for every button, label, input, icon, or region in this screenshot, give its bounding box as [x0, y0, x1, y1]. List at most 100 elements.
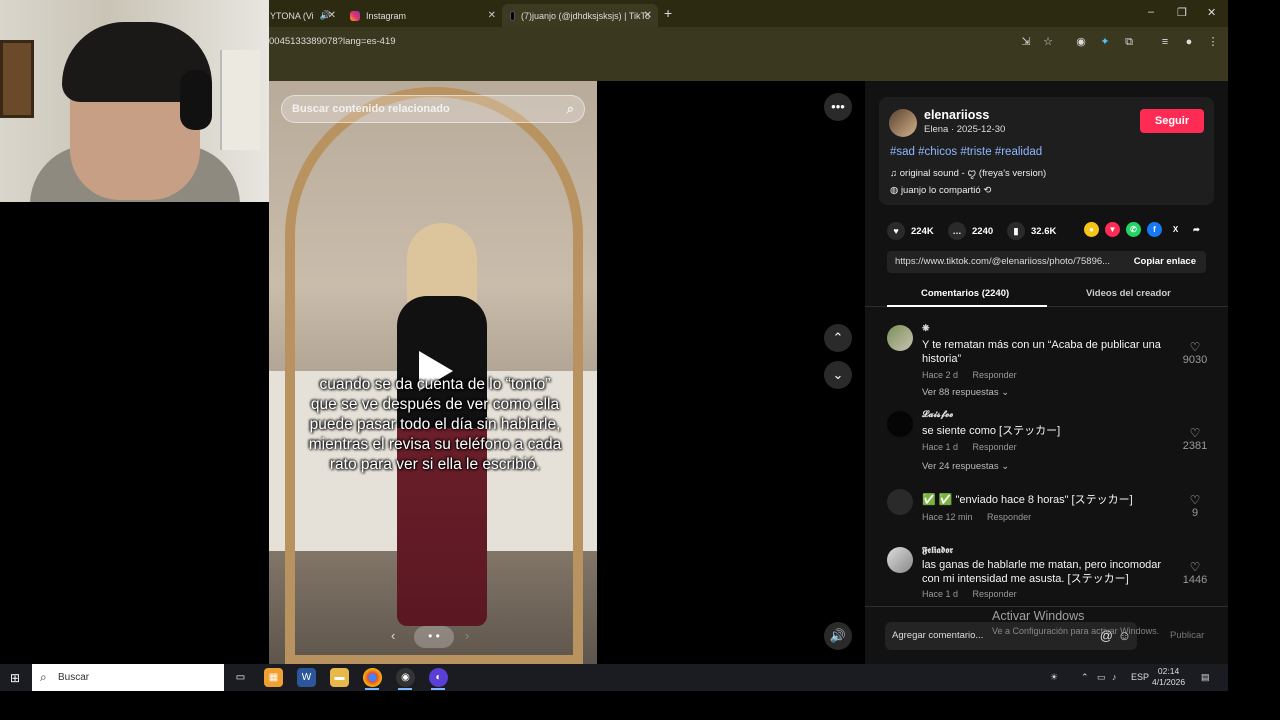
tab-ytona[interactable]: YTONA (Vi 🔊 ✕: [262, 4, 342, 27]
minimize-button[interactable]: –: [1148, 6, 1154, 18]
repost-share-icon[interactable]: ▼: [1105, 222, 1120, 237]
language-indicator[interactable]: ESP: [1131, 672, 1149, 682]
comment-like[interactable]: ♡ 9: [1180, 493, 1210, 519]
repost-icon: ⟲: [983, 185, 992, 196]
tab-tiktok[interactable]: (7)juanjo (@jdhdksjsksjs) | TikTo ✕: [502, 4, 658, 27]
video-player[interactable]: Buscar contenido relacionado ⌕ cuando se…: [269, 81, 597, 664]
comment-username[interactable]: 𝕱𝖊𝖑𝖎𝖆𝖉𝖔𝖗: [922, 545, 953, 556]
chrome-icon[interactable]: [363, 668, 382, 687]
close-tab-icon[interactable]: ✕: [488, 10, 496, 21]
profile-icon[interactable]: ●: [1182, 35, 1196, 49]
comment-username[interactable]: 𝓛𝓪𝓲𝓼𝓯𝓮𝓮: [922, 409, 953, 420]
bookmark-star-icon[interactable]: ☆: [1041, 35, 1055, 49]
comment-avatar[interactable]: [887, 325, 913, 351]
photo-dots: • •: [414, 626, 454, 648]
comments-count: 2240: [972, 225, 994, 237]
comment-icon[interactable]: …: [948, 222, 966, 240]
notifications-icon[interactable]: ▤: [1201, 672, 1210, 683]
comment-like[interactable]: ♡ 9030: [1180, 340, 1210, 366]
comment-avatar[interactable]: [887, 489, 913, 515]
install-app-icon[interactable]: ⇲: [1019, 35, 1033, 49]
system-clock[interactable]: 02:14 4/1/2026: [1152, 666, 1185, 688]
copy-link-button[interactable]: Copiar enlace: [1134, 256, 1196, 267]
url-text[interactable]: 0045133389078?lang=es-419: [269, 36, 396, 47]
view-replies-button[interactable]: Ver 88 respuestas ⌄: [922, 387, 1009, 398]
heart-outline-icon[interactable]: ♡: [1180, 340, 1210, 354]
windows-watermark-title: Activar Windows: [992, 609, 1085, 623]
extensions-puzzle-icon[interactable]: ⧉: [1122, 35, 1136, 49]
comment-text: se siente como [ステッカー]: [922, 425, 1061, 437]
windows-start-icon[interactable]: ⊞: [10, 671, 20, 685]
tab-instagram[interactable]: Instagram ✕: [342, 4, 502, 27]
tab-creator-videos[interactable]: Videos del creador: [1086, 288, 1171, 299]
restore-button[interactable]: ❐: [1177, 6, 1187, 19]
file-explorer-icon[interactable]: ▬: [330, 668, 349, 687]
next-photo-icon[interactable]: ›: [465, 628, 469, 643]
post-link[interactable]: https://www.tiktok.com/@elenariioss/phot…: [895, 256, 1110, 267]
volume-icon[interactable]: 🔊: [824, 622, 852, 650]
like-stat[interactable]: ♥ 224K: [887, 222, 934, 240]
related-search-placeholder: Buscar contenido relacionado: [292, 103, 450, 115]
taskbar-search-box[interactable]: ⌕ Buscar: [32, 664, 224, 691]
comment-time: Hace 2 d: [922, 370, 959, 380]
bookmark-icon[interactable]: ▮: [1007, 222, 1025, 240]
new-tab-button[interactable]: +: [664, 5, 672, 21]
search-icon[interactable]: ⌕: [567, 101, 574, 117]
tray-chevron-icon[interactable]: ⌃: [1081, 672, 1089, 683]
volume-tray-icon[interactable]: ♪: [1112, 672, 1117, 682]
reply-button[interactable]: Responder: [973, 370, 1017, 380]
weather-icon[interactable]: ☀: [1050, 672, 1058, 683]
word-icon[interactable]: W: [297, 668, 316, 687]
author-username[interactable]: elenariioss: [924, 108, 989, 122]
close-tab-icon[interactable]: ✕: [328, 10, 336, 21]
video-caption: cuando se da cuenta de lo “tonto” que se…: [308, 376, 562, 473]
store-icon[interactable]: ▦: [264, 668, 283, 687]
previous-video-button[interactable]: ⌃: [824, 324, 852, 352]
publish-button[interactable]: Publicar: [1170, 630, 1204, 641]
whatsapp-share-icon[interactable]: ✆: [1126, 222, 1141, 237]
comment-stat[interactable]: … 2240: [948, 222, 993, 240]
comment-avatar[interactable]: [887, 411, 913, 437]
heart-outline-icon[interactable]: ♡: [1180, 493, 1210, 507]
tab-comments[interactable]: Comentarios (2240): [921, 288, 1009, 299]
post-info: elenariioss Elena · 2025-12-30 Seguir #s…: [879, 97, 1214, 205]
comment-composer: Activar Windows Agregar comentario... @ …: [865, 606, 1228, 664]
windows-taskbar: ⊞ ⌕ Buscar ▭ ▦ W ▬ ◉ ◐ ☀ ⌃ ▭ ♪ ESP 02:14…: [0, 664, 1228, 691]
messenger-icon[interactable]: ◐: [429, 668, 448, 687]
more-options-button[interactable]: •••: [824, 93, 852, 121]
heart-outline-icon[interactable]: ♡: [1180, 426, 1210, 440]
prev-photo-icon[interactable]: ‹: [391, 628, 395, 643]
comment-avatar[interactable]: [887, 547, 913, 573]
obs-icon[interactable]: ◉: [396, 668, 415, 687]
task-view-icon[interactable]: ▭: [231, 668, 250, 687]
x-share-icon[interactable]: X: [1168, 222, 1183, 237]
close-tab-icon[interactable]: ✕: [644, 10, 652, 21]
extension-shield-icon[interactable]: ◉: [1074, 35, 1088, 49]
follow-button[interactable]: Seguir: [1140, 109, 1204, 133]
shared-label: juanjo lo compartió: [900, 185, 981, 196]
comment-like[interactable]: ♡ 2381: [1180, 426, 1210, 452]
sound-label: original sound - ꨄ (freya's version): [899, 168, 1047, 179]
comment-username[interactable]: ❋: [922, 323, 930, 334]
comment-like[interactable]: ♡ 1446: [1180, 560, 1210, 586]
next-video-button[interactable]: ⌄: [824, 361, 852, 389]
hashtags[interactable]: #sad #chicos #triste #realidad: [890, 146, 1042, 158]
media-control-icon[interactable]: ≡: [1158, 35, 1172, 49]
save-stat[interactable]: ▮ 32.6K: [1007, 222, 1056, 240]
close-window-button[interactable]: ✕: [1207, 6, 1216, 19]
heart-outline-icon[interactable]: ♡: [1180, 560, 1210, 574]
sound-row[interactable]: ♫ original sound - ꨄ (freya's version): [890, 166, 1046, 180]
menu-kebab-icon[interactable]: ⋮: [1206, 35, 1220, 49]
battery-icon[interactable]: ▭: [1097, 672, 1106, 683]
translate-extension-icon[interactable]: ✦: [1098, 35, 1112, 49]
author-avatar[interactable]: [889, 109, 917, 137]
heart-icon[interactable]: ♥: [887, 222, 905, 240]
related-search-input[interactable]: Buscar contenido relacionado ⌕: [281, 95, 585, 123]
view-replies-button[interactable]: Ver 24 respuestas ⌄: [922, 461, 1009, 472]
more-share-icon[interactable]: ➦: [1189, 222, 1204, 237]
reply-button[interactable]: Responder: [987, 512, 1031, 522]
reply-button[interactable]: Responder: [973, 589, 1017, 599]
facebook-share-icon[interactable]: f: [1147, 222, 1162, 237]
coin-share-icon[interactable]: ●: [1084, 222, 1099, 237]
reply-button[interactable]: Responder: [973, 442, 1017, 452]
